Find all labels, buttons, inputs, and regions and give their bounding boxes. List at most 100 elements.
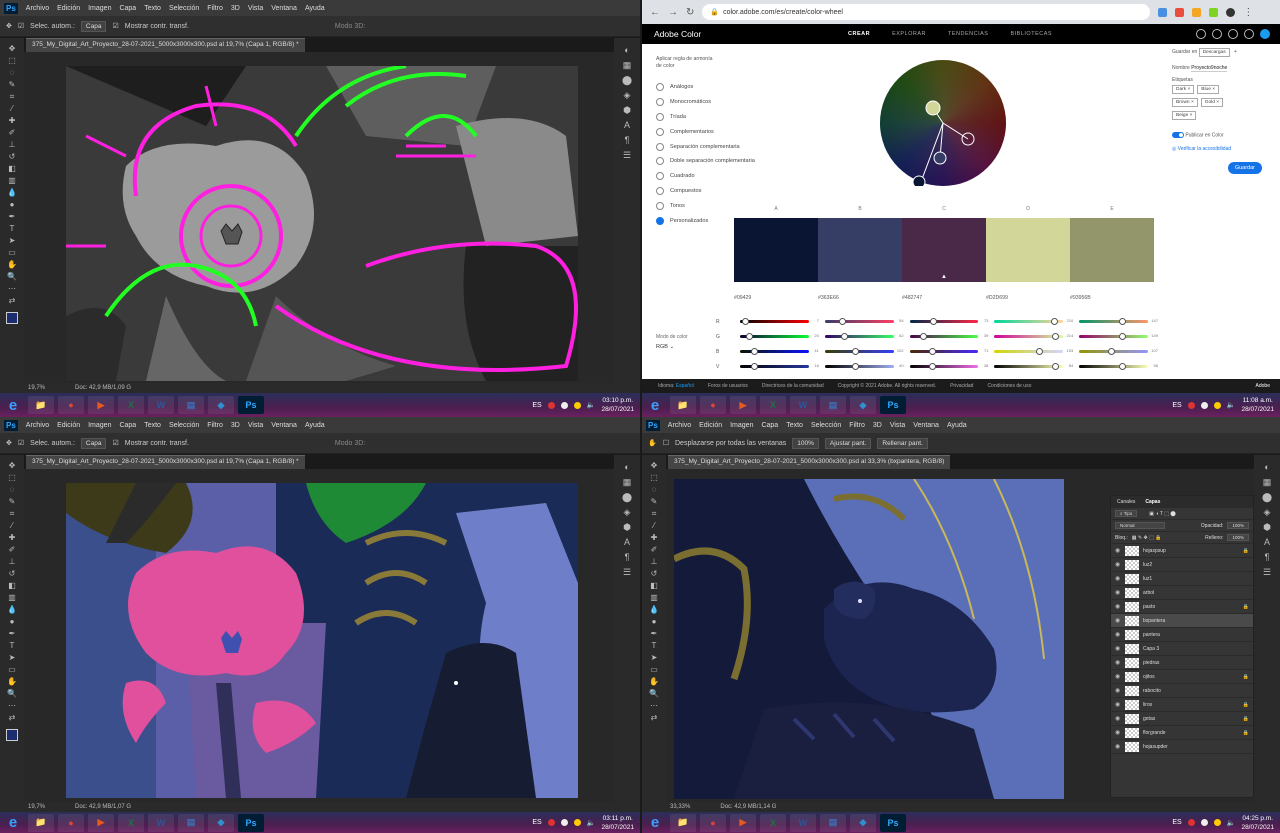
pen-tool-icon[interactable]: ✒ bbox=[6, 629, 18, 639]
stamp-tool-icon[interactable]: ⊥ bbox=[648, 557, 660, 567]
channel-slider[interactable]: 107 bbox=[1079, 348, 1158, 355]
taskbar-app-icon[interactable]: 📁 bbox=[28, 396, 54, 414]
autoselect-checkbox[interactable]: ☑ bbox=[18, 22, 24, 30]
menu-icon[interactable]: ⋮ bbox=[1243, 7, 1253, 18]
color-swatch-fg[interactable] bbox=[6, 312, 18, 324]
menu-filtro[interactable]: Filtro bbox=[207, 5, 223, 12]
slider-handle[interactable] bbox=[751, 348, 758, 355]
crop-tool-icon[interactable]: ⌗ bbox=[648, 509, 660, 519]
eye-icon[interactable]: ◉ bbox=[1115, 575, 1121, 582]
back-icon[interactable]: ← bbox=[650, 7, 660, 18]
transform-checkbox[interactable]: ☑ bbox=[112, 439, 118, 447]
reload-icon[interactable]: ↻ bbox=[686, 7, 694, 18]
clock[interactable]: 04:25 p.m. 28/07/2021 bbox=[1241, 814, 1274, 832]
move-tool-icon[interactable]: ✥ bbox=[6, 439, 12, 447]
slider-handle[interactable] bbox=[1052, 333, 1060, 340]
tag-blue[interactable]: Blue × bbox=[1197, 85, 1220, 94]
channels-icon[interactable]: ⬢ bbox=[620, 104, 634, 116]
menu-ayuda[interactable]: Ayuda bbox=[305, 422, 325, 429]
taskbar-app-icon[interactable]: W bbox=[790, 813, 816, 832]
shape-tool-icon[interactable]: ▭ bbox=[648, 665, 660, 675]
dodge-tool-icon[interactable]: ● bbox=[6, 200, 18, 210]
clock[interactable]: 03:11 p.m. 28/07/2021 bbox=[601, 814, 634, 832]
language-indicator[interactable]: ES bbox=[532, 819, 541, 826]
properties-icon[interactable]: ☰ bbox=[1260, 566, 1274, 578]
pen-tool-icon[interactable]: ✒ bbox=[6, 212, 18, 222]
speaker-icon[interactable]: 🔈 bbox=[1227, 819, 1236, 827]
layer-row[interactable]: ◉ luz1 bbox=[1111, 572, 1253, 586]
taskbar-app-icon[interactable]: X bbox=[760, 396, 786, 414]
menu-imagen[interactable]: Imagen bbox=[730, 422, 753, 429]
language-indicator[interactable]: ES bbox=[1172, 819, 1181, 826]
language-indicator[interactable]: ES bbox=[1172, 402, 1181, 409]
tray-icon[interactable] bbox=[547, 401, 555, 409]
nav-crear[interactable]: CREAR bbox=[848, 31, 870, 37]
slider-handle[interactable] bbox=[839, 318, 847, 325]
eye-icon[interactable]: ◉ bbox=[1115, 743, 1121, 750]
footer-link[interactable]: Privacidad bbox=[950, 383, 973, 389]
autoselect-checkbox[interactable]: ☑ bbox=[18, 439, 24, 447]
layer-row[interactable]: ◉ bxpantera bbox=[1111, 614, 1253, 628]
channel-slider[interactable]: 41 bbox=[740, 348, 819, 355]
menu-texto[interactable]: Texto bbox=[144, 422, 161, 429]
menu-ventana[interactable]: Ventana bbox=[271, 422, 297, 429]
slider-handle[interactable] bbox=[1035, 348, 1043, 355]
slider-handle[interactable] bbox=[852, 348, 860, 355]
eye-icon[interactable]: ◉ bbox=[1115, 729, 1121, 736]
nav-bibliotecas[interactable]: BIBLIOTECAS bbox=[1010, 31, 1052, 37]
menu-capa[interactable]: Capa bbox=[119, 422, 136, 429]
rule-complementarios[interactable]: Complementarios bbox=[656, 124, 755, 139]
brush-tool-icon[interactable]: ✐ bbox=[6, 128, 18, 138]
channel-slider[interactable]: 62 bbox=[824, 333, 904, 340]
address-bar[interactable]: 🔒 color.adobe.com/es/create/color-wheel bbox=[702, 4, 1151, 20]
channels-icon[interactable]: ⬢ bbox=[1260, 521, 1274, 533]
rule-triada[interactable]: Tríada bbox=[656, 110, 755, 125]
settings-icon[interactable] bbox=[1196, 29, 1206, 39]
path-select-icon[interactable]: ➤ bbox=[6, 236, 18, 246]
blur-tool-icon[interactable]: 💧 bbox=[6, 188, 18, 198]
opacity-field[interactable]: 100% bbox=[1227, 522, 1249, 529]
taskbar-app-icon[interactable]: ▶ bbox=[88, 396, 114, 414]
slider-handle[interactable] bbox=[929, 318, 937, 325]
eyedropper-icon[interactable]: ⁄ bbox=[6, 104, 18, 114]
eye-icon[interactable]: ◉ bbox=[1115, 673, 1121, 680]
hex-b[interactable]: #363E66 bbox=[818, 295, 902, 301]
layer-row[interactable]: ◉ gotas 🔒 bbox=[1111, 712, 1253, 726]
taskbar-app-icon[interactable]: W bbox=[790, 396, 816, 414]
layer-row[interactable]: ◉ rabocito bbox=[1111, 684, 1253, 698]
circle-icon[interactable]: ⬤ bbox=[1260, 491, 1274, 503]
color-wheel[interactable] bbox=[880, 60, 1006, 186]
history-brush-icon[interactable]: ↺ bbox=[6, 569, 18, 579]
metamask-icon[interactable] bbox=[1192, 7, 1202, 17]
stamp-tool-icon[interactable]: ⊥ bbox=[6, 557, 18, 567]
tray-icon[interactable] bbox=[1213, 819, 1221, 826]
accessibility-link[interactable]: ◎ Verificar la accesibilidad bbox=[1172, 146, 1272, 152]
eye-icon[interactable]: ◉ bbox=[1115, 589, 1121, 596]
autoselect-target-select[interactable]: Capa bbox=[80, 437, 107, 449]
autoselect-target-select[interactable]: Capa bbox=[80, 20, 107, 32]
text-panel-icon[interactable]: A bbox=[620, 119, 634, 131]
color-mode-select[interactable]: RGB ⌄ bbox=[656, 344, 674, 350]
brand-title[interactable]: Adobe Color bbox=[642, 29, 834, 39]
canvas-sketch[interactable] bbox=[66, 66, 578, 381]
adjust-icon[interactable]: ◐ bbox=[620, 44, 634, 56]
properties-icon[interactable]: ☰ bbox=[620, 149, 634, 161]
hex-d[interactable]: #D2D699 bbox=[986, 295, 1070, 301]
extension-icon[interactable] bbox=[1209, 7, 1219, 17]
layer-row[interactable]: ◉ liros 🔒 bbox=[1111, 698, 1253, 712]
channel-slider[interactable]: 28 bbox=[909, 363, 988, 370]
channel-slider[interactable]: 54 bbox=[824, 318, 904, 325]
taskbar-app-icon[interactable]: Ps bbox=[238, 813, 264, 832]
hand-tool-icon[interactable]: ✋ bbox=[648, 439, 657, 447]
eye-icon[interactable]: ◉ bbox=[1115, 701, 1121, 708]
channel-slider[interactable]: 7 bbox=[740, 318, 819, 325]
zoom-tool-icon[interactable]: 🔍 bbox=[648, 689, 660, 699]
menu-seleccion[interactable]: Selección bbox=[169, 422, 199, 429]
grid-icon[interactable]: ▦ bbox=[1260, 476, 1274, 488]
move-tool-icon[interactable]: ✥ bbox=[6, 461, 18, 471]
ie-icon[interactable]: e bbox=[0, 813, 26, 833]
marquee-tool-icon[interactable]: ⬚ bbox=[648, 473, 660, 483]
slider-handle[interactable] bbox=[742, 318, 750, 325]
channel-slider[interactable]: 84 bbox=[994, 363, 1073, 370]
tab-capas[interactable]: Capas bbox=[1145, 499, 1160, 505]
